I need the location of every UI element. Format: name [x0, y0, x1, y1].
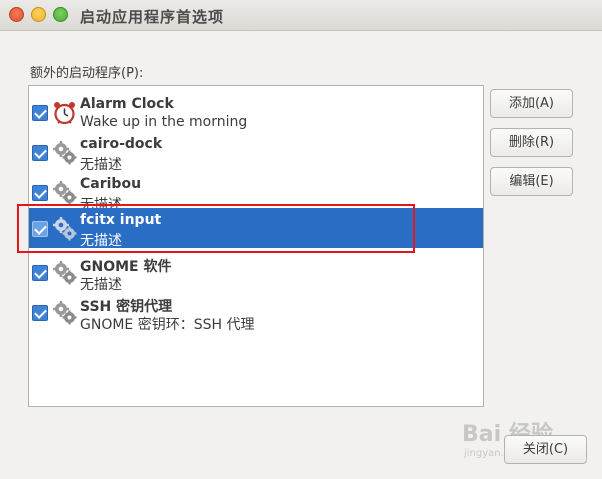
- enable-checkbox[interactable]: [32, 305, 48, 321]
- enable-checkbox[interactable]: [32, 145, 48, 161]
- item-name: SSH 密钥代理: [80, 299, 173, 315]
- item-description: Wake up in the morning: [80, 114, 248, 130]
- gears-icon: [53, 181, 77, 205]
- title-bar: 启动应用程序首选项: [0, 0, 602, 31]
- item-description: 无描述: [80, 157, 122, 173]
- item-name: cairo-dock: [80, 136, 163, 152]
- remove-button[interactable]: 删除(R): [490, 128, 573, 157]
- window-title: 启动应用程序首选项: [80, 8, 225, 26]
- startup-programs-label: 额外的启动程序(P):: [30, 66, 144, 81]
- item-description: 无描述: [80, 277, 122, 293]
- list-item-gnome-software[interactable]: GNOME 软件 无描述: [29, 252, 483, 293]
- alarm-clock-icon: [54, 102, 75, 125]
- close-window-button[interactable]: [9, 7, 24, 22]
- enable-checkbox[interactable]: [32, 105, 48, 121]
- list-item-alarm-clock[interactable]: Alarm Clock Wake up in the morning: [29, 92, 483, 132]
- annotation-highlight-box: [17, 204, 415, 253]
- item-name: Alarm Clock: [80, 96, 174, 112]
- item-name: GNOME 软件: [80, 259, 172, 275]
- enable-checkbox[interactable]: [32, 185, 48, 201]
- close-button[interactable]: 关闭(C): [504, 435, 587, 464]
- gears-icon: [53, 301, 77, 325]
- add-button[interactable]: 添加(A): [490, 89, 573, 118]
- maximize-window-button[interactable]: [53, 7, 68, 22]
- enable-checkbox[interactable]: [32, 265, 48, 281]
- item-description: GNOME 密钥环：SSH 代理: [80, 317, 255, 333]
- list-item-ssh-agent[interactable]: SSH 密钥代理 GNOME 密钥环：SSH 代理: [29, 292, 483, 333]
- gears-icon: [53, 261, 77, 285]
- gears-icon: [53, 141, 77, 165]
- minimize-window-button[interactable]: [31, 7, 46, 22]
- edit-button[interactable]: 编辑(E): [490, 167, 573, 196]
- item-name: Caribou: [80, 176, 142, 192]
- list-item-cairo-dock[interactable]: cairo-dock 无描述: [29, 132, 483, 173]
